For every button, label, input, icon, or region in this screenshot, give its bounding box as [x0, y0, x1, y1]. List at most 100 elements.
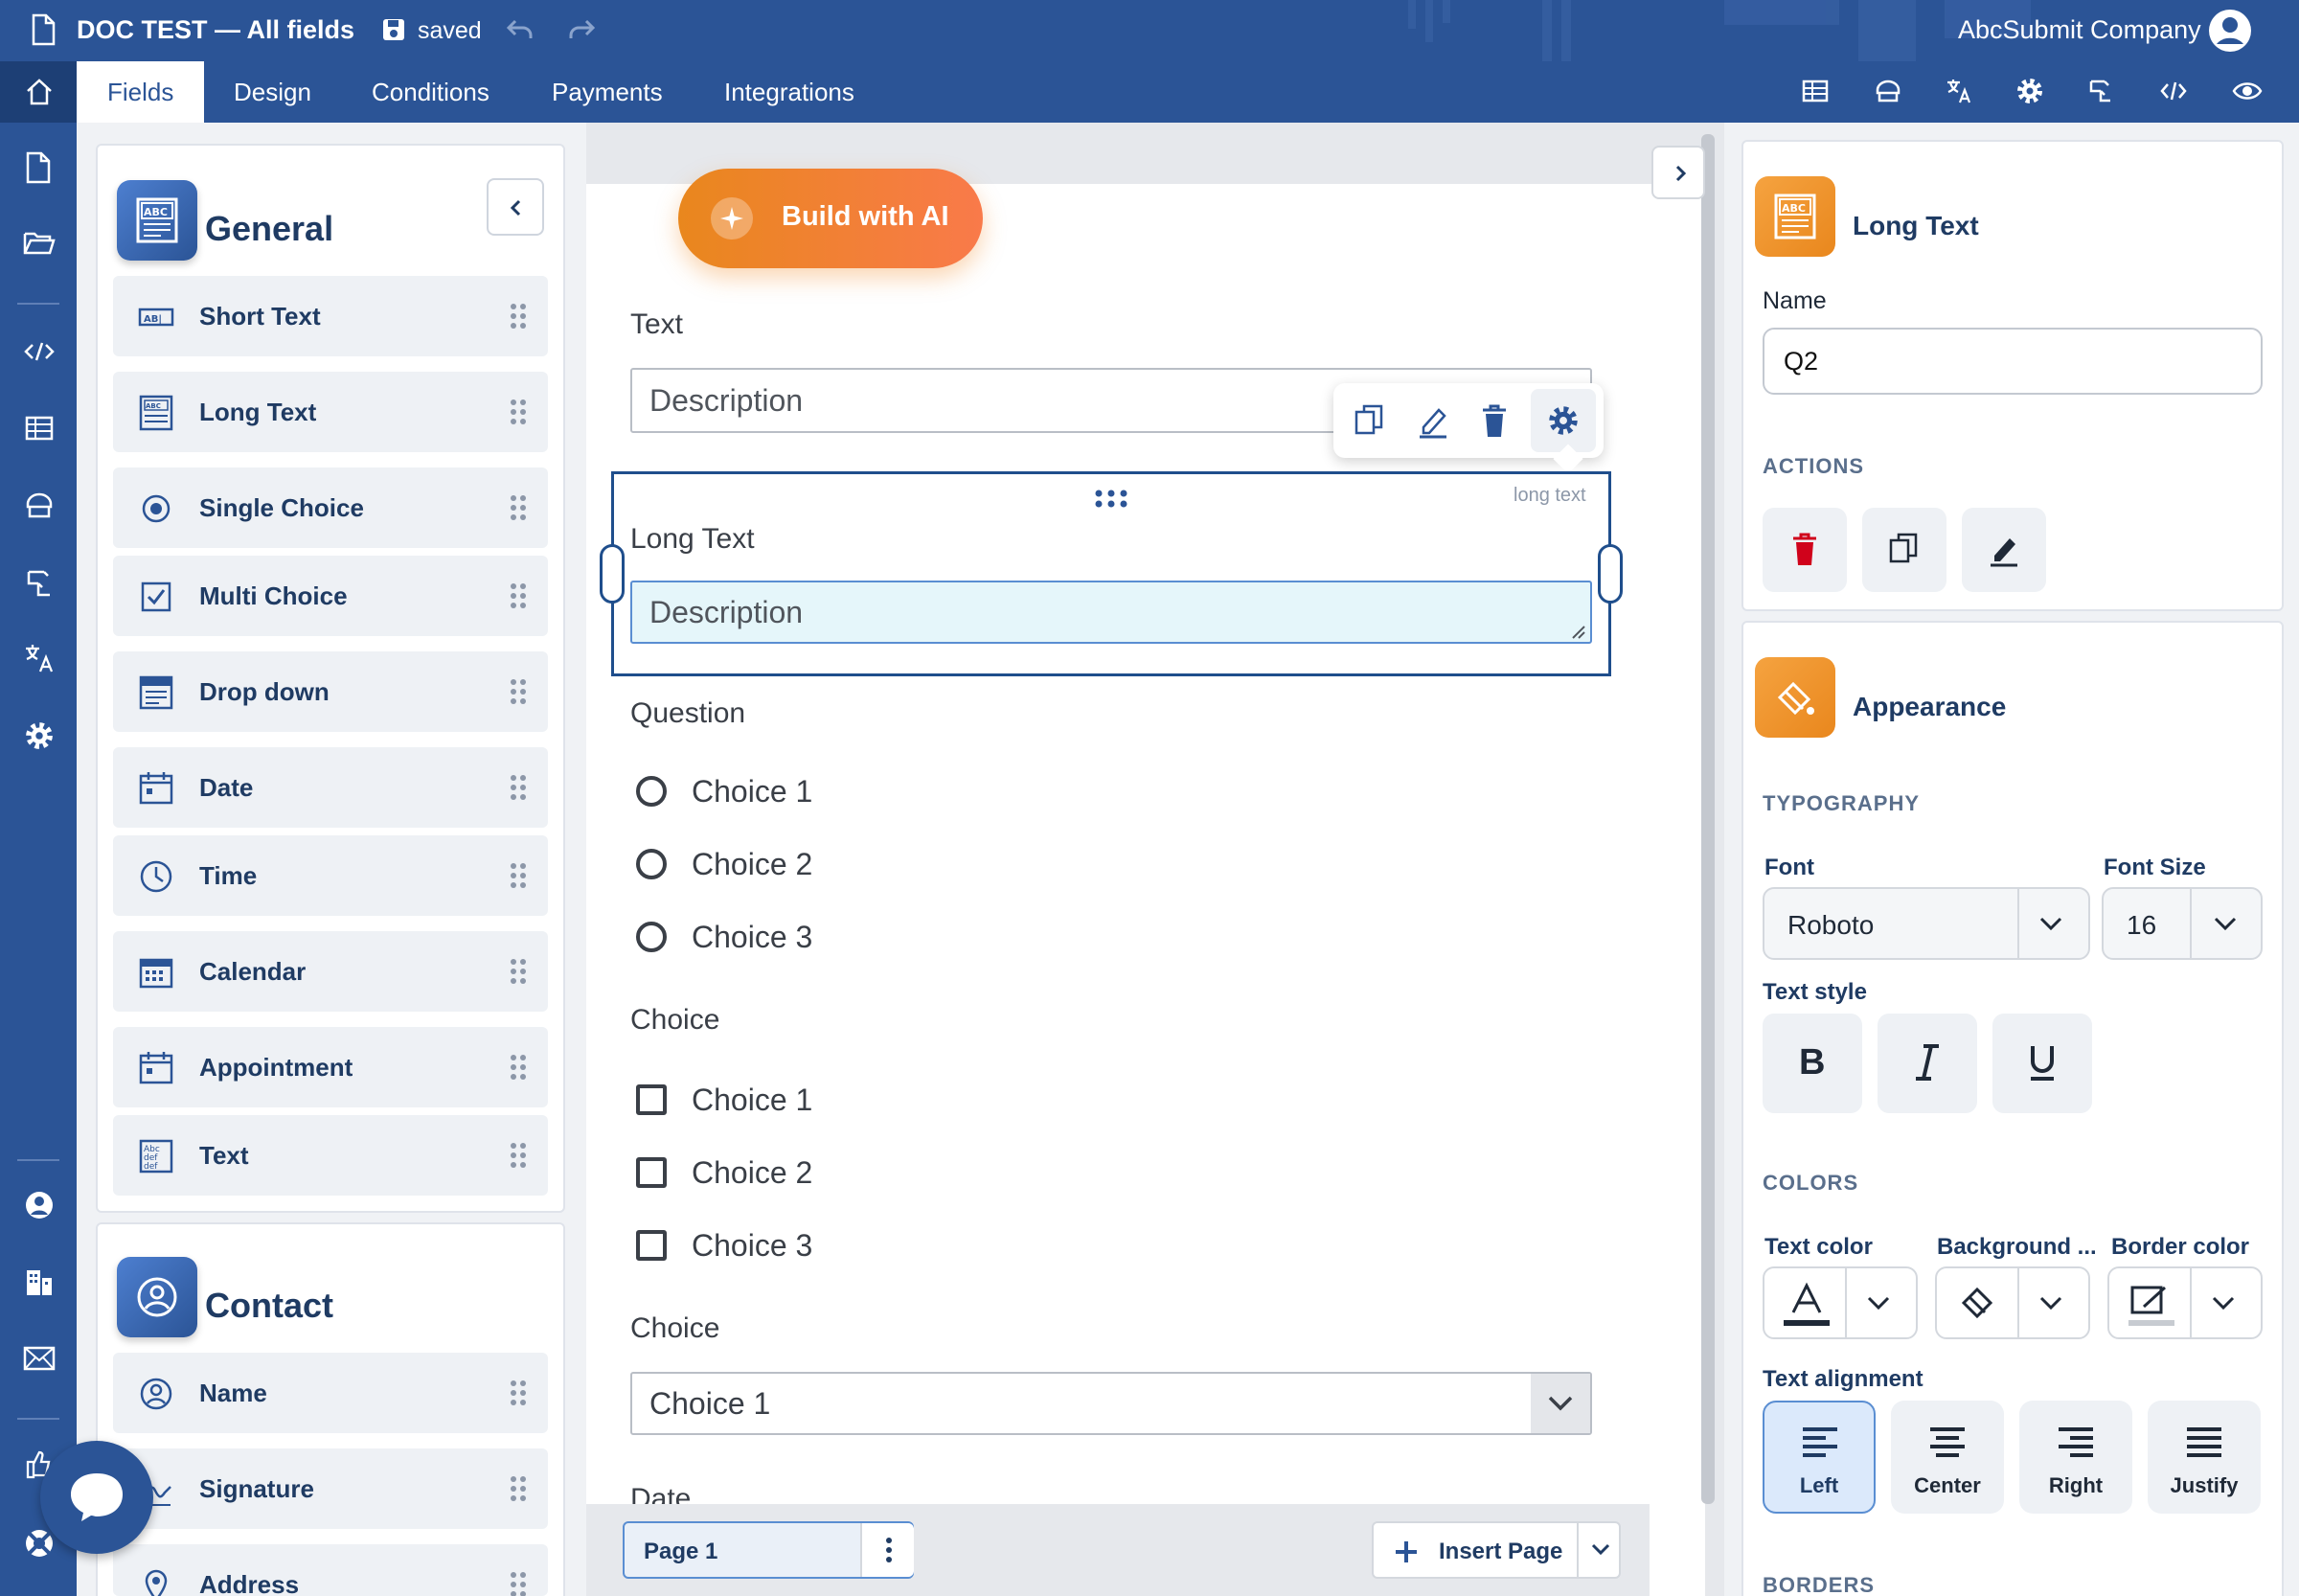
tab-fields[interactable]: Fields [77, 61, 205, 123]
align-justify-button[interactable]: Justify [2148, 1401, 2261, 1514]
drag-handle-icon[interactable] [510, 774, 527, 801]
collapse-panel-button[interactable] [487, 178, 544, 236]
radio-button[interactable] [636, 849, 667, 879]
chat-button[interactable] [40, 1441, 153, 1554]
field-signature[interactable]: Signature [113, 1448, 548, 1529]
new-form-icon[interactable] [24, 151, 53, 184]
resize-handle-right[interactable] [1598, 544, 1623, 604]
field-multi-choice[interactable]: Multi Choice [113, 556, 548, 636]
help-lifebuoy-icon[interactable] [23, 1527, 56, 1560]
expand-panel-button[interactable] [1651, 146, 1705, 199]
drag-handle-icon[interactable] [510, 958, 527, 985]
table-view-icon[interactable] [1801, 77, 1830, 105]
embed-code-icon[interactable] [2159, 77, 2188, 105]
delete-field-button[interactable] [1763, 508, 1847, 592]
field-calendar[interactable]: Calendar [113, 931, 548, 1012]
edit-field-button[interactable] [1962, 508, 2046, 592]
tab-design[interactable]: Design [203, 61, 342, 123]
field-short-text[interactable]: AB| Short Text [113, 276, 548, 356]
tab-integrations[interactable]: Integrations [694, 61, 885, 123]
field-address[interactable]: Address [113, 1544, 548, 1596]
preview-eye-icon[interactable] [2232, 79, 2263, 103]
field-long-text[interactable]: ABC Long Text [113, 372, 548, 452]
drag-handle-icon[interactable] [510, 1379, 527, 1406]
drag-handle-icon[interactable] [510, 494, 527, 521]
duplicate-field-button[interactable] [1862, 508, 1946, 592]
document-title[interactable]: DOC TEST — All fields [77, 15, 354, 45]
redo-icon[interactable] [567, 17, 596, 42]
drag-handle-icon[interactable] [510, 303, 527, 330]
field-single-choice[interactable]: Single Choice [113, 467, 548, 548]
field-time[interactable]: Time [113, 835, 548, 916]
align-center-button[interactable]: Center [1891, 1401, 2004, 1514]
insert-page-options[interactable] [1577, 1523, 1621, 1577]
translate-icon[interactable] [1945, 77, 1973, 105]
field-settings-button[interactable] [1531, 389, 1596, 452]
drag-handle-icon[interactable] [510, 1571, 527, 1596]
home-icon [27, 79, 52, 105]
build-with-ai-button[interactable]: Build with AI [678, 169, 983, 268]
tab-payments[interactable]: Payments [521, 61, 694, 123]
dropdown-arrow-box[interactable] [1531, 1374, 1590, 1433]
edit-pen-icon[interactable] [1416, 402, 1450, 439]
textarea-resize-icon[interactable] [1571, 625, 1586, 640]
tab-conditions[interactable]: Conditions [341, 61, 520, 123]
field-text[interactable]: Abc def def Text [113, 1115, 548, 1196]
field-appointment[interactable]: Appointment [113, 1027, 548, 1107]
theme-icon[interactable] [1874, 77, 1902, 105]
italic-button[interactable] [1878, 1014, 1977, 1113]
language-icon[interactable] [23, 642, 56, 674]
text-color-picker[interactable] [1763, 1266, 1918, 1339]
code-icon[interactable] [23, 337, 56, 366]
bold-button[interactable]: B [1763, 1014, 1862, 1113]
long-text-textarea[interactable]: Description [630, 581, 1592, 644]
drag-handle-icon[interactable] [510, 1475, 527, 1502]
field-drop-down[interactable]: Drop down [113, 651, 548, 732]
drag-handle-icon[interactable] [510, 399, 527, 425]
drag-handle-icon[interactable] [510, 1054, 527, 1081]
insert-page-button[interactable]: Insert Page [1372, 1521, 1621, 1579]
background-color-picker[interactable] [1935, 1266, 2090, 1339]
checkbox[interactable] [636, 1157, 667, 1188]
underline-button[interactable] [1992, 1014, 2092, 1113]
name-input[interactable]: Q2 [1763, 328, 2263, 395]
align-left-button[interactable]: Left [1763, 1401, 1876, 1514]
font-select[interactable]: Roboto [1763, 887, 2090, 960]
open-folder-icon[interactable] [23, 228, 56, 257]
move-handle-icon[interactable] [1094, 489, 1128, 510]
workflow-icon[interactable] [24, 567, 55, 600]
trash-icon[interactable] [1477, 402, 1512, 439]
resize-handle-left[interactable] [600, 544, 625, 604]
page-menu-button[interactable] [860, 1523, 914, 1577]
radio-button[interactable] [636, 922, 667, 952]
page-tab[interactable]: Page 1 [623, 1521, 914, 1579]
font-size-select[interactable]: 16 [2102, 887, 2263, 960]
checkbox[interactable] [636, 1084, 667, 1115]
logic-icon[interactable] [2086, 77, 2115, 105]
field-date[interactable]: Date [113, 747, 548, 828]
submissions-table-icon[interactable] [24, 414, 55, 443]
radio-button[interactable] [636, 776, 667, 807]
appointment-icon [139, 1052, 173, 1084]
account-icon[interactable] [2207, 8, 2253, 54]
settings-icon[interactable] [2015, 77, 2044, 105]
checkbox[interactable] [636, 1230, 667, 1261]
canvas-scrollbar[interactable] [1701, 134, 1715, 1504]
drag-handle-icon[interactable] [510, 582, 527, 609]
organization-icon[interactable] [24, 1266, 55, 1297]
undo-icon[interactable] [506, 17, 535, 42]
home-button[interactable] [0, 61, 77, 123]
field-name[interactable]: Name [113, 1353, 548, 1433]
dropdown-select[interactable]: Choice 1 [630, 1372, 1592, 1435]
border-color-picker[interactable] [2107, 1266, 2263, 1339]
profile-icon[interactable] [24, 1190, 55, 1220]
align-right-button[interactable]: Right [2019, 1401, 2132, 1514]
drag-handle-icon[interactable] [510, 862, 527, 889]
drag-handle-icon[interactable] [510, 1142, 527, 1169]
rail-settings-icon[interactable] [24, 720, 55, 751]
duplicate-icon[interactable] [1353, 402, 1387, 439]
drag-handle-icon[interactable] [510, 678, 527, 705]
theme-store-icon[interactable] [24, 490, 55, 521]
mail-icon[interactable] [23, 1345, 56, 1372]
company-name[interactable]: AbcSubmit Company [1958, 15, 2201, 45]
